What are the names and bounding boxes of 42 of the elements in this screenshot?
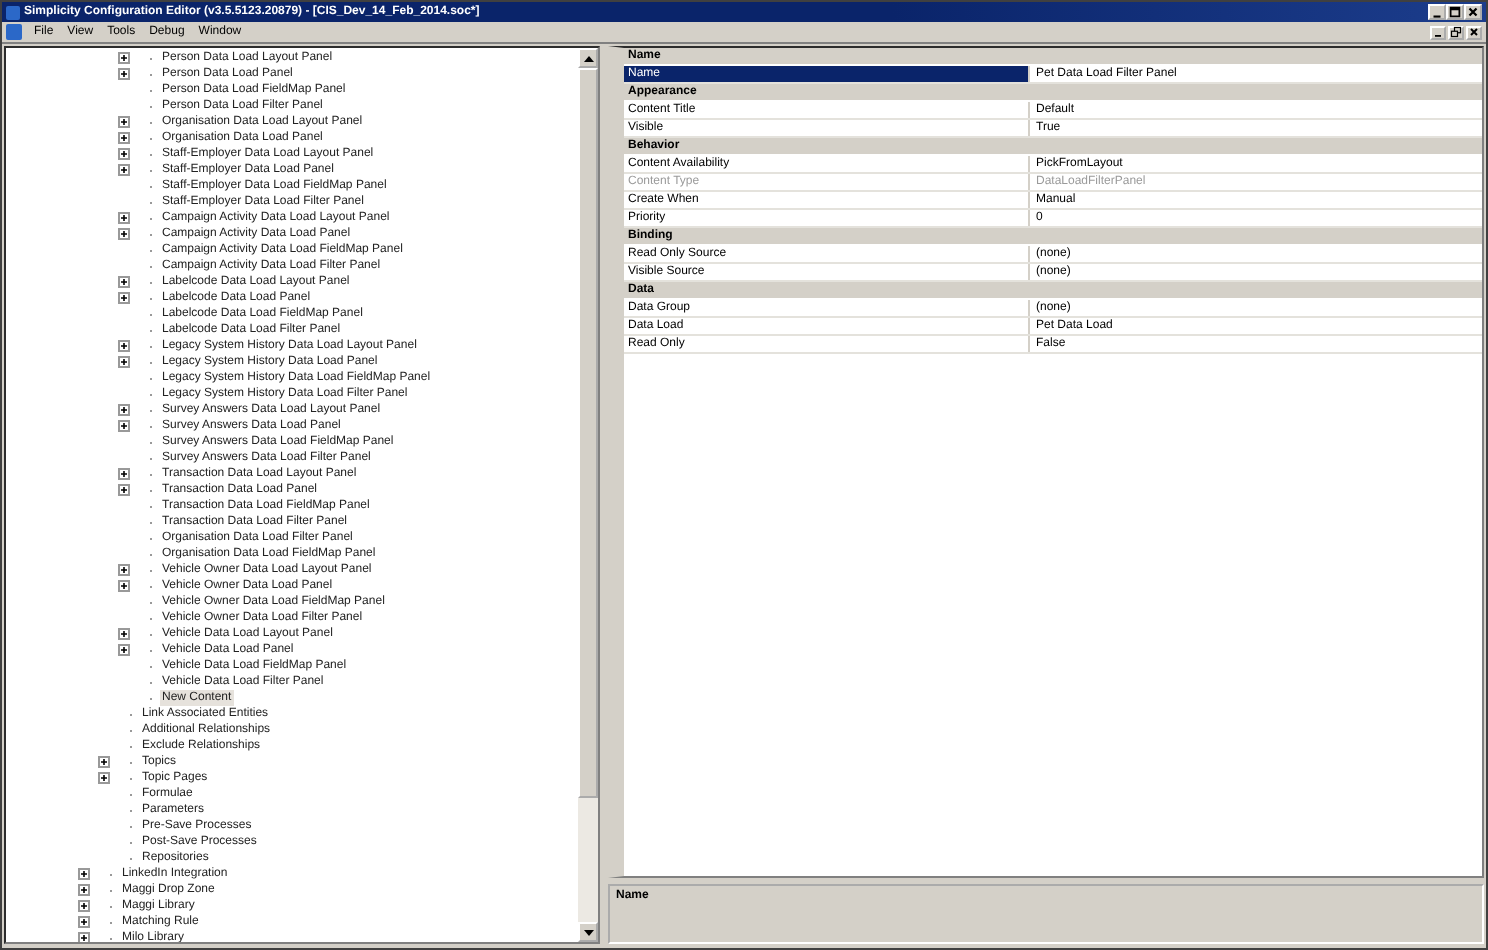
- document-restore-button[interactable]: [1448, 25, 1464, 39]
- minimize-button[interactable]: [1428, 4, 1446, 20]
- scrollbar-thumb[interactable]: [578, 68, 598, 798]
- expand-icon[interactable]: [118, 148, 130, 160]
- expand-icon[interactable]: [118, 404, 130, 416]
- expand-icon[interactable]: [118, 468, 130, 480]
- expand-icon[interactable]: [118, 292, 130, 304]
- maximize-button[interactable]: [1446, 4, 1464, 20]
- scroll-down-button[interactable]: [578, 922, 598, 942]
- expand-icon[interactable]: [118, 564, 130, 576]
- expand-icon[interactable]: [118, 340, 130, 352]
- app-icon: [6, 5, 20, 19]
- scroll-up-button[interactable]: [578, 48, 598, 68]
- expand-icon[interactable]: [118, 420, 130, 432]
- document-minimize-button[interactable]: [1430, 25, 1446, 39]
- close-button[interactable]: [1464, 4, 1482, 20]
- expand-icon[interactable]: [118, 68, 130, 80]
- expand-icon[interactable]: [118, 52, 130, 64]
- expand-icon[interactable]: [118, 164, 130, 176]
- document-close-button[interactable]: [1466, 25, 1482, 39]
- up-arrow-icon: [583, 55, 593, 61]
- expand-icon[interactable]: [118, 628, 130, 640]
- expand-icon[interactable]: [98, 772, 110, 784]
- expand-icon[interactable]: [78, 868, 90, 880]
- expand-icon[interactable]: [78, 884, 90, 896]
- expand-icon[interactable]: [118, 212, 130, 224]
- expand-icon[interactable]: [118, 132, 130, 144]
- expand-icon[interactable]: [118, 644, 130, 656]
- expand-icon[interactable]: [78, 900, 90, 912]
- expand-icon[interactable]: [78, 932, 90, 942]
- expand-icon[interactable]: [118, 484, 130, 496]
- expand-icon[interactable]: [118, 116, 130, 128]
- close-icon: [1466, 4, 1480, 20]
- expand-icon[interactable]: [78, 916, 90, 928]
- expand-icon[interactable]: [98, 756, 110, 768]
- close-icon: [1468, 24, 1480, 40]
- down-arrow-icon: [583, 929, 593, 935]
- expand-icon[interactable]: [118, 580, 130, 592]
- maximize-icon: [1448, 4, 1462, 20]
- expand-icon[interactable]: [118, 228, 130, 240]
- expand-icon[interactable]: [118, 276, 130, 288]
- expand-icon[interactable]: [118, 356, 130, 368]
